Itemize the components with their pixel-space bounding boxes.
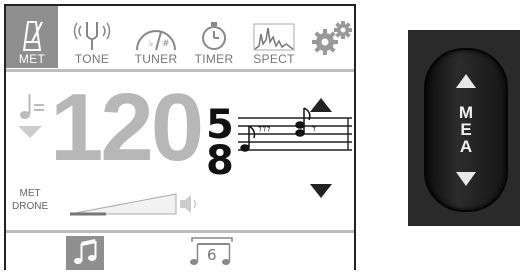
rhythm-button[interactable] bbox=[66, 236, 104, 270]
down-arrow-icon bbox=[456, 172, 476, 186]
hardware-button-photo: M E A bbox=[408, 30, 520, 226]
tab-met[interactable]: MET bbox=[6, 6, 58, 68]
tempo-value[interactable]: 120 bbox=[50, 80, 204, 176]
tab-tuner[interactable]: ♭ # TUNER bbox=[128, 6, 184, 68]
met-drone-label: MET DRONE bbox=[12, 187, 48, 213]
beamed-eighth-notes-icon bbox=[74, 239, 97, 264]
tuplet-button[interactable]: 6 bbox=[186, 236, 236, 270]
spectrum-icon bbox=[253, 23, 295, 51]
volume-slider[interactable] bbox=[70, 192, 200, 222]
time-signature-up-button[interactable] bbox=[310, 98, 332, 112]
gears-icon[interactable] bbox=[311, 20, 353, 56]
tab-spect[interactable]: SPECT bbox=[246, 6, 302, 68]
tab-timer-label: TIMER bbox=[194, 52, 234, 66]
tab-met-label: MET bbox=[18, 52, 46, 66]
svg-text:𝄾𝄾𝄾: 𝄾𝄾𝄾 bbox=[258, 119, 271, 138]
tuning-fork-icon bbox=[73, 22, 111, 50]
tuplet-number: 6 bbox=[207, 246, 217, 264]
quarter-note-icon bbox=[20, 94, 44, 119]
tuner-gauge-icon: ♭ # bbox=[136, 30, 176, 51]
note-equals-label bbox=[18, 92, 48, 127]
tab-divider bbox=[6, 69, 354, 72]
mea-rocker-button[interactable]: M E A bbox=[424, 48, 508, 212]
tab-tone[interactable]: TONE bbox=[66, 6, 118, 68]
tempo-unit-down-icon[interactable] bbox=[18, 126, 42, 138]
tab-tuner-label: TUNER bbox=[134, 52, 178, 66]
tab-bar: MET TONE ♭ # TUNER TIMER SPECT bbox=[6, 6, 354, 68]
svg-text:#: # bbox=[162, 39, 170, 49]
tab-timer[interactable]: TIMER bbox=[190, 6, 238, 68]
tab-spect-label: SPECT bbox=[253, 52, 295, 66]
up-arrow-icon bbox=[456, 74, 476, 88]
tab-tone-label: TONE bbox=[74, 52, 110, 66]
speaker-icon bbox=[180, 195, 197, 213]
bottom-divider bbox=[6, 230, 354, 233]
met-label: MET bbox=[19, 188, 41, 199]
metronome-screen: MET TONE ♭ # TUNER TIMER SPECT 120 5 8 𝄾… bbox=[4, 4, 356, 270]
stopwatch-icon bbox=[202, 22, 226, 50]
mea-label: M E A bbox=[458, 103, 474, 156]
drone-label: DRONE bbox=[12, 201, 49, 212]
svg-text:𝄾: 𝄾 bbox=[312, 119, 316, 138]
svg-text:♭: ♭ bbox=[149, 39, 153, 49]
time-sig-bottom: 8 bbox=[206, 138, 234, 180]
time-signature-down-button[interactable] bbox=[310, 184, 332, 198]
metronome-icon bbox=[22, 21, 43, 51]
